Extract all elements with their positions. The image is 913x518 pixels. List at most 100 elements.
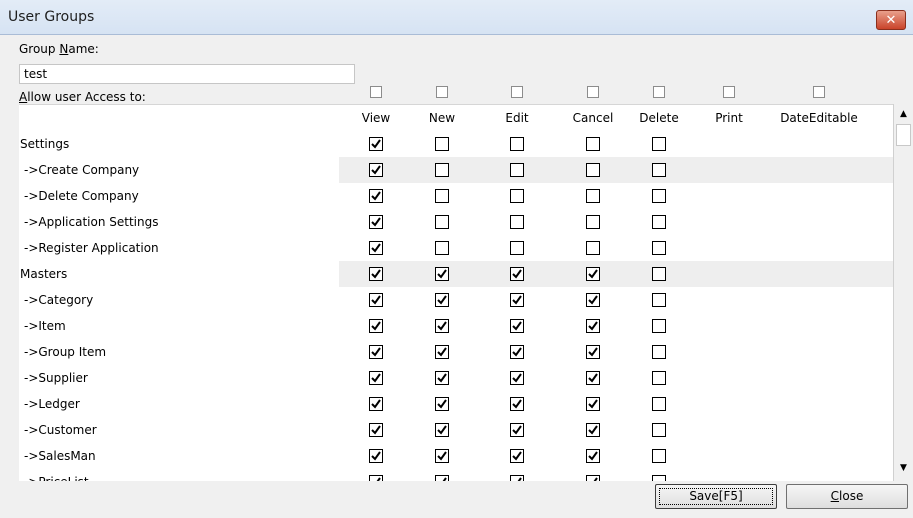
permission-view-checkbox[interactable] bbox=[369, 371, 383, 385]
checkmark-icon bbox=[512, 295, 522, 305]
permission-edit-checkbox[interactable] bbox=[510, 137, 524, 151]
group-name-input[interactable] bbox=[19, 64, 355, 84]
permission-edit-checkbox[interactable] bbox=[510, 189, 524, 203]
permission-edit-checkbox[interactable] bbox=[510, 319, 524, 333]
permission-delete-checkbox[interactable] bbox=[652, 241, 666, 255]
permission-view-checkbox[interactable] bbox=[369, 449, 383, 463]
permission-new-checkbox[interactable] bbox=[435, 163, 449, 177]
permission-new-checkbox[interactable] bbox=[435, 293, 449, 307]
permission-row: ->Create Company bbox=[19, 157, 893, 183]
permission-delete-checkbox[interactable] bbox=[652, 215, 666, 229]
permission-cancel-checkbox[interactable] bbox=[586, 449, 600, 463]
permission-new-checkbox[interactable] bbox=[435, 319, 449, 333]
permission-new-checkbox[interactable] bbox=[435, 423, 449, 437]
checkmark-icon bbox=[588, 399, 598, 409]
checkmark-icon bbox=[437, 347, 447, 357]
checkmark-icon bbox=[371, 373, 381, 383]
select-all-dateeditable-checkbox[interactable] bbox=[813, 86, 825, 98]
permission-cancel-checkbox[interactable] bbox=[586, 137, 600, 151]
scroll-up-button[interactable]: ▲ bbox=[894, 104, 913, 124]
permission-cancel-checkbox[interactable] bbox=[586, 293, 600, 307]
permission-edit-checkbox[interactable] bbox=[510, 423, 524, 437]
permission-edit-checkbox[interactable] bbox=[510, 371, 524, 385]
permission-new-checkbox[interactable] bbox=[435, 215, 449, 229]
checkmark-icon bbox=[371, 321, 381, 331]
permission-row-label: ->Application Settings bbox=[24, 215, 159, 229]
row-band bbox=[339, 339, 893, 365]
permission-delete-checkbox[interactable] bbox=[652, 293, 666, 307]
select-all-view-checkbox[interactable] bbox=[370, 86, 382, 98]
scroll-down-button[interactable]: ▼ bbox=[894, 458, 913, 478]
select-all-delete-checkbox[interactable] bbox=[653, 86, 665, 98]
permission-cancel-checkbox[interactable] bbox=[586, 267, 600, 281]
permission-delete-checkbox[interactable] bbox=[652, 423, 666, 437]
permission-delete-checkbox[interactable] bbox=[652, 449, 666, 463]
select-all-print-checkbox[interactable] bbox=[723, 86, 735, 98]
permission-cancel-checkbox[interactable] bbox=[586, 189, 600, 203]
permission-cancel-checkbox[interactable] bbox=[586, 163, 600, 177]
permission-row-label: ->Create Company bbox=[24, 163, 140, 177]
permission-row-label: ->Category bbox=[24, 293, 94, 307]
permission-new-checkbox[interactable] bbox=[435, 345, 449, 359]
permission-new-checkbox[interactable] bbox=[435, 189, 449, 203]
permission-delete-checkbox[interactable] bbox=[652, 345, 666, 359]
scroll-thumb[interactable] bbox=[896, 124, 911, 146]
permission-view-checkbox[interactable] bbox=[369, 189, 383, 203]
permission-new-checkbox[interactable] bbox=[435, 241, 449, 255]
permission-delete-checkbox[interactable] bbox=[652, 189, 666, 203]
permission-delete-checkbox[interactable] bbox=[652, 371, 666, 385]
checkmark-icon bbox=[512, 373, 522, 383]
save-button[interactable]: Save[F5] bbox=[655, 484, 777, 509]
permission-edit-checkbox[interactable] bbox=[510, 267, 524, 281]
permission-cancel-checkbox[interactable] bbox=[586, 371, 600, 385]
permission-edit-checkbox[interactable] bbox=[510, 163, 524, 177]
permission-view-checkbox[interactable] bbox=[369, 345, 383, 359]
permission-cancel-checkbox[interactable] bbox=[586, 319, 600, 333]
permission-row: ->Application Settings bbox=[19, 209, 893, 235]
permission-view-checkbox[interactable] bbox=[369, 241, 383, 255]
select-all-cancel-checkbox[interactable] bbox=[587, 86, 599, 98]
select-all-new-checkbox[interactable] bbox=[436, 86, 448, 98]
permission-view-checkbox[interactable] bbox=[369, 215, 383, 229]
permission-delete-checkbox[interactable] bbox=[652, 397, 666, 411]
focus-rectangle bbox=[659, 488, 773, 505]
permission-cancel-checkbox[interactable] bbox=[586, 397, 600, 411]
allow-access-label-text: Allow user Access to: bbox=[19, 90, 146, 104]
checkmark-icon bbox=[371, 399, 381, 409]
permission-view-checkbox[interactable] bbox=[369, 293, 383, 307]
permission-delete-checkbox[interactable] bbox=[652, 137, 666, 151]
permission-edit-checkbox[interactable] bbox=[510, 345, 524, 359]
permission-view-checkbox[interactable] bbox=[369, 267, 383, 281]
permission-view-checkbox[interactable] bbox=[369, 163, 383, 177]
permission-delete-checkbox[interactable] bbox=[652, 163, 666, 177]
checkmark-icon bbox=[371, 451, 381, 461]
permission-edit-checkbox[interactable] bbox=[510, 449, 524, 463]
permission-delete-checkbox[interactable] bbox=[652, 267, 666, 281]
permission-new-checkbox[interactable] bbox=[435, 449, 449, 463]
permission-cancel-checkbox[interactable] bbox=[586, 345, 600, 359]
permission-new-checkbox[interactable] bbox=[435, 137, 449, 151]
permission-view-checkbox[interactable] bbox=[369, 397, 383, 411]
permission-edit-checkbox[interactable] bbox=[510, 293, 524, 307]
permission-new-checkbox[interactable] bbox=[435, 267, 449, 281]
permission-new-checkbox[interactable] bbox=[435, 397, 449, 411]
permission-new-checkbox[interactable] bbox=[435, 371, 449, 385]
permission-view-checkbox[interactable] bbox=[369, 319, 383, 333]
permission-delete-checkbox[interactable] bbox=[652, 319, 666, 333]
permission-view-checkbox[interactable] bbox=[369, 423, 383, 437]
allow-access-label: Allow user Access to: bbox=[19, 90, 146, 104]
permission-cancel-checkbox[interactable] bbox=[586, 241, 600, 255]
permission-row: ->Group Item bbox=[19, 339, 893, 365]
close-button[interactable]: Close bbox=[786, 484, 908, 509]
permission-view-checkbox[interactable] bbox=[369, 137, 383, 151]
close-window-button[interactable]: ✕ bbox=[876, 10, 906, 30]
permission-edit-checkbox[interactable] bbox=[510, 397, 524, 411]
permission-cancel-checkbox[interactable] bbox=[586, 423, 600, 437]
permissions-grid: View New Edit Cancel Delete Print DateEditable… bbox=[19, 104, 893, 482]
select-all-edit-checkbox[interactable] bbox=[511, 86, 523, 98]
permission-edit-checkbox[interactable] bbox=[510, 215, 524, 229]
checkmark-icon bbox=[371, 347, 381, 357]
permission-cancel-checkbox[interactable] bbox=[586, 215, 600, 229]
permission-edit-checkbox[interactable] bbox=[510, 241, 524, 255]
vertical-scrollbar[interactable]: ▲ ▼ bbox=[893, 104, 913, 481]
